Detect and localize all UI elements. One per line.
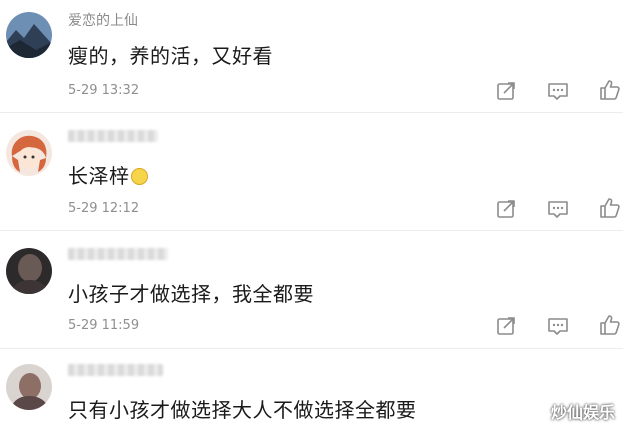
author-name-blurred[interactable]: [68, 364, 163, 376]
divider: [0, 230, 623, 231]
watermark: 炒仙娱乐: [550, 403, 615, 422]
author-name-blurred[interactable]: [68, 248, 168, 260]
comment-text: 长泽梓: [68, 160, 148, 189]
avatar[interactable]: [6, 130, 52, 176]
smile-emoji-icon: [130, 168, 148, 185]
comment-text-content: 长泽梓: [68, 164, 130, 188]
timestamp: 5-29 11:59: [68, 318, 140, 333]
timestamp: 5-29 13:32: [68, 83, 140, 98]
avatar[interactable]: [6, 12, 52, 58]
avatar[interactable]: [6, 364, 52, 410]
comment-text: 瘦的，养的活，又好看: [68, 44, 273, 68]
thumbs-up-icon[interactable]: [598, 196, 622, 220]
share-icon[interactable]: [494, 197, 518, 221]
comment-icon[interactable]: [546, 314, 570, 338]
avatar[interactable]: [6, 248, 52, 294]
share-icon[interactable]: [494, 79, 518, 103]
comment-icon[interactable]: [546, 79, 570, 103]
divider: [0, 112, 623, 113]
share-icon[interactable]: [494, 314, 518, 338]
thumbs-up-icon[interactable]: [598, 78, 622, 102]
comment-item: 只有小孩才做选择大人不做选择全都要: [0, 354, 623, 429]
comment-text: 只有小孩才做选择大人不做选择全都要: [68, 398, 417, 422]
comment-item: 长泽梓 5-29 12:12: [0, 118, 623, 236]
comment-icon[interactable]: [546, 197, 570, 221]
comment-item: 小孩子才做选择，我全都要 5-29 11:59: [0, 236, 623, 354]
divider: [0, 348, 623, 349]
comment-text: 小孩子才做选择，我全都要: [68, 282, 314, 306]
comment-item: 爱恋的上仙 瘦的，养的活，又好看 5-29 13:32: [0, 0, 623, 118]
timestamp: 5-29 12:12: [68, 201, 140, 216]
author-name[interactable]: 爱恋的上仙: [68, 10, 138, 30]
thumbs-up-icon[interactable]: [598, 313, 622, 337]
author-name-blurred[interactable]: [68, 130, 158, 142]
